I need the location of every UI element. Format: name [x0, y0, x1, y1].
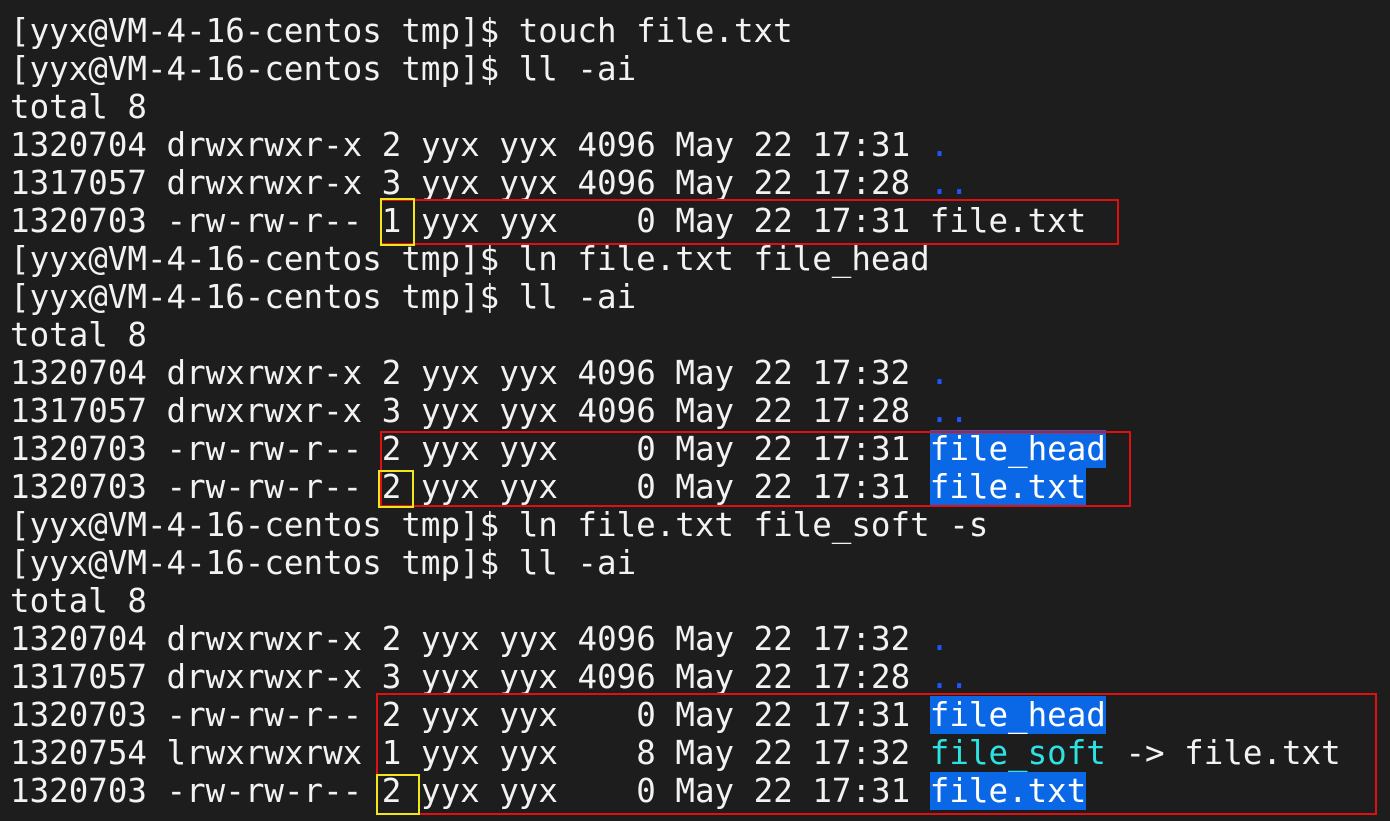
shell-prompt: [yyx@VM-4-16-centos tmp]$ [10, 12, 519, 50]
modified-date: May 22 17:31 [675, 126, 911, 164]
listing-row: 1317057 drwxrwxr-x 3 yyx yyx 4096 May 22… [10, 392, 969, 430]
link-count: 3 [381, 658, 402, 696]
inode-number: 1320703 [10, 468, 147, 506]
permissions: -rw-rw-r-- [166, 430, 363, 468]
annotation-box-yellow [380, 198, 415, 246]
output-line: total 8 [10, 582, 147, 620]
permissions: -rw-rw-r-- [166, 696, 363, 734]
permissions: drwxrwxr-x [166, 620, 363, 658]
group: yyx [499, 392, 558, 430]
owner: yyx [420, 354, 480, 392]
listing-row: 1317057 drwxrwxr-x 3 yyx yyx 4096 May 22… [10, 164, 969, 202]
output-line: total 8 [10, 88, 147, 126]
listing-row: 1317057 drwxrwxr-x 3 yyx yyx 4096 May 22… [10, 658, 969, 696]
group: yyx [499, 126, 558, 164]
file-name: .. [929, 392, 969, 430]
annotation-box-yellow [378, 470, 414, 508]
listing-row: 1320704 drwxrwxr-x 2 yyx yyx 4096 May 22… [10, 126, 949, 164]
annotation-box-red [376, 693, 1377, 815]
modified-date: May 22 17:32 [675, 354, 911, 392]
command-line: [yyx@VM-4-16-centos tmp]$ ln file.txt fi… [10, 506, 988, 544]
link-count: 2 [381, 620, 402, 658]
inode-number: 1320754 [10, 734, 147, 772]
inode-number: 1320703 [10, 430, 147, 468]
listing-row: 1320704 drwxrwxr-x 2 yyx yyx 4096 May 22… [10, 620, 949, 658]
file-size: 4096 [577, 164, 656, 202]
inode-number: 1317057 [10, 658, 147, 696]
output-line: total 8 [10, 316, 147, 354]
command-text: ll -ai [518, 50, 637, 88]
inode-number: 1320704 [10, 354, 147, 392]
file-name: .. [929, 658, 969, 696]
inode-number: 1317057 [10, 164, 147, 202]
file-name: . [929, 354, 950, 392]
command-text: ln file.txt file_head [518, 240, 930, 278]
output-text: total 8 [10, 88, 147, 126]
shell-prompt: [yyx@VM-4-16-centos tmp]$ [10, 506, 519, 544]
command-line: [yyx@VM-4-16-centos tmp]$ ll -ai [10, 50, 636, 88]
inode-number: 1320703 [10, 202, 147, 240]
command-text: ln file.txt file_soft -s [518, 506, 989, 544]
permissions: -rw-rw-r-- [166, 202, 363, 240]
owner: yyx [420, 658, 480, 696]
modified-date: May 22 17:28 [675, 658, 911, 696]
shell-prompt: [yyx@VM-4-16-centos tmp]$ [10, 240, 519, 278]
output-text: total 8 [10, 582, 147, 620]
file-name: . [929, 620, 950, 658]
inode-number: 1320703 [10, 696, 147, 734]
command-line: [yyx@VM-4-16-centos tmp]$ ll -ai [10, 278, 636, 316]
owner: yyx [420, 620, 480, 658]
group: yyx [499, 164, 558, 202]
file-size: 4096 [577, 658, 656, 696]
command-text: ll -ai [518, 544, 637, 582]
annotation-box-yellow [376, 774, 420, 815]
link-count: 2 [381, 354, 402, 392]
listing-row: 1320704 drwxrwxr-x 2 yyx yyx 4096 May 22… [10, 354, 949, 392]
link-count: 3 [381, 164, 402, 202]
owner: yyx [420, 392, 480, 430]
permissions: drwxrwxr-x [166, 392, 363, 430]
file-size: 4096 [577, 392, 656, 430]
output-text: total 8 [10, 316, 147, 354]
permissions: drwxrwxr-x [166, 126, 363, 164]
annotation-box-red [380, 199, 1119, 245]
permissions: lrwxrwxrwx [166, 734, 363, 772]
permissions: -rw-rw-r-- [166, 772, 363, 810]
command-line: [yyx@VM-4-16-centos tmp]$ touch file.txt [10, 12, 793, 50]
owner: yyx [420, 126, 480, 164]
annotation-box-red [380, 431, 1131, 507]
command-line: [yyx@VM-4-16-centos tmp]$ ln file.txt fi… [10, 240, 930, 278]
inode-number: 1320704 [10, 126, 147, 164]
command-text: touch file.txt [518, 12, 793, 50]
file-size: 4096 [577, 126, 656, 164]
file-name: . [929, 126, 950, 164]
permissions: drwxrwxr-x [166, 354, 363, 392]
group: yyx [499, 658, 558, 696]
inode-number: 1320703 [10, 772, 147, 810]
group: yyx [499, 354, 558, 392]
modified-date: May 22 17:28 [675, 164, 911, 202]
shell-prompt: [yyx@VM-4-16-centos tmp]$ [10, 278, 519, 316]
link-count: 3 [381, 392, 402, 430]
permissions: -rw-rw-r-- [166, 468, 363, 506]
permissions: drwxrwxr-x [166, 164, 363, 202]
link-count: 2 [381, 126, 402, 164]
modified-date: May 22 17:28 [675, 392, 911, 430]
owner: yyx [420, 164, 480, 202]
inode-number: 1320704 [10, 620, 147, 658]
file-size: 4096 [577, 620, 656, 658]
command-text: ll -ai [518, 278, 637, 316]
file-size: 4096 [577, 354, 656, 392]
shell-prompt: [yyx@VM-4-16-centos tmp]$ [10, 50, 519, 88]
group: yyx [499, 620, 558, 658]
inode-number: 1317057 [10, 392, 147, 430]
permissions: drwxrwxr-x [166, 658, 363, 696]
modified-date: May 22 17:32 [675, 620, 911, 658]
shell-prompt: [yyx@VM-4-16-centos tmp]$ [10, 544, 519, 582]
file-name: .. [929, 164, 969, 202]
command-line: [yyx@VM-4-16-centos tmp]$ ll -ai [10, 544, 636, 582]
